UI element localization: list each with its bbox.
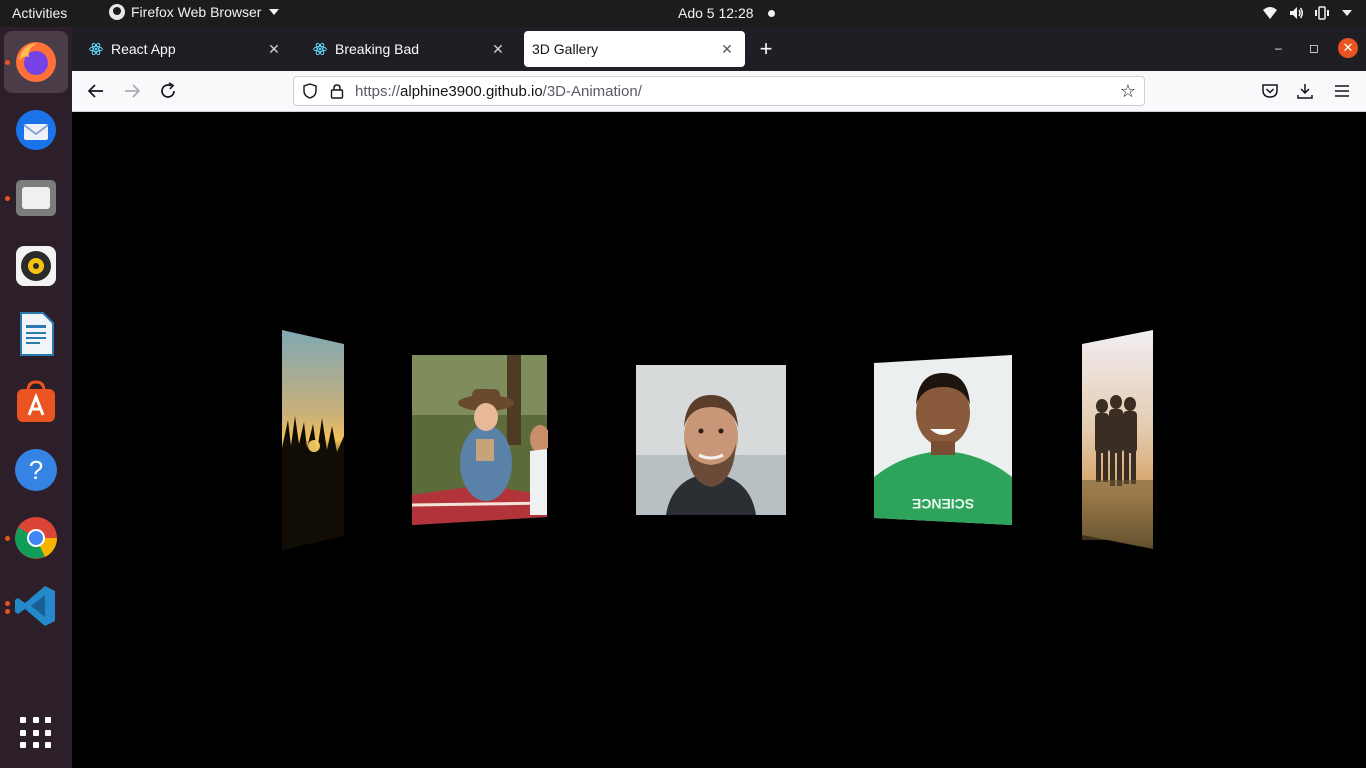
- dock-vscode[interactable]: [4, 575, 68, 637]
- back-arrow-icon[interactable]: [86, 81, 106, 101]
- gallery-image-sunset-hands[interactable]: [280, 328, 346, 552]
- show-applications-button[interactable]: [20, 717, 52, 749]
- notification-dot-icon: [767, 9, 775, 17]
- clock-label: Ado 5 12:28: [678, 5, 754, 21]
- gallery-image-bearded-man[interactable]: [636, 365, 786, 515]
- chevron-down-icon: [269, 9, 280, 15]
- firefox-icon: [16, 42, 56, 82]
- reload-icon[interactable]: [158, 81, 178, 101]
- shopping-bag-icon: [17, 380, 55, 422]
- dock-help[interactable]: ?: [4, 439, 68, 501]
- speaker-icon: [16, 246, 56, 286]
- navigation-toolbar: https://alphine3900.github.io/3D-Animati…: [72, 71, 1366, 112]
- app-menu[interactable]: Firefox Web Browser: [109, 4, 280, 20]
- dock: ?: [0, 27, 72, 768]
- dock-files[interactable]: [4, 167, 68, 229]
- url-host: alphine3900.github.io: [400, 83, 543, 100]
- running-indicator: [5, 60, 10, 65]
- battery-icon: [1315, 6, 1329, 20]
- lock-icon[interactable]: [330, 83, 344, 99]
- download-icon[interactable]: [1296, 82, 1314, 100]
- url-bar[interactable]: https://alphine3900.github.io/3D-Animati…: [293, 76, 1145, 106]
- forward-arrow-icon[interactable]: [122, 81, 142, 101]
- maximize-button[interactable]: ◻: [1309, 41, 1319, 55]
- new-tab-button[interactable]: +: [756, 38, 776, 60]
- tab-3d-gallery[interactable]: 3D Gallery ✕: [524, 31, 745, 67]
- url-path: /3D-Animation/: [542, 83, 642, 100]
- running-indicator: [5, 609, 10, 614]
- dock-rhythmbox[interactable]: [4, 235, 68, 297]
- pocket-icon[interactable]: [1261, 82, 1279, 100]
- page-viewport: SCIENCE: [72, 112, 1366, 768]
- window-close-button[interactable]: ✕: [1338, 38, 1358, 58]
- minimize-button[interactable]: –: [1275, 41, 1282, 55]
- url-scheme: https://: [355, 83, 401, 100]
- running-indicator: [5, 536, 10, 541]
- dock-ubuntu-software[interactable]: [4, 371, 68, 433]
- running-indicator: [5, 601, 10, 606]
- dock-thunderbird[interactable]: [4, 99, 68, 161]
- gallery-image-picnic-woman[interactable]: [412, 355, 548, 525]
- bookmark-star-icon[interactable]: ☆: [1118, 81, 1138, 101]
- dock-libreoffice-writer[interactable]: [4, 303, 68, 365]
- chrome-icon: [15, 517, 58, 559]
- tracking-protection-icon[interactable]: [302, 83, 318, 99]
- close-tab-icon[interactable]: ✕: [719, 41, 735, 57]
- activities-button[interactable]: Activities: [12, 5, 67, 21]
- react-icon: [313, 42, 327, 56]
- tab-strip: React App ✕ Breaking Bad ✕ 3D Gallery ✕ …: [72, 27, 1366, 71]
- vscode-icon: [15, 586, 55, 626]
- chevron-down-icon: [1342, 10, 1352, 16]
- hamburger-menu-icon[interactable]: [1333, 82, 1351, 100]
- tab-label: Breaking Bad: [335, 41, 420, 57]
- app-menu-label: Firefox Web Browser: [131, 4, 262, 20]
- gallery-image-friends-group[interactable]: [1082, 330, 1154, 549]
- dock-chrome[interactable]: [4, 507, 68, 569]
- svg-text:SCIENCE: SCIENCE: [912, 496, 974, 512]
- system-tray[interactable]: [1262, 5, 1352, 21]
- close-tab-icon[interactable]: ✕: [266, 41, 282, 57]
- document-icon: [20, 312, 54, 356]
- volume-icon: [1290, 7, 1303, 19]
- svg-text:?: ?: [29, 455, 43, 485]
- wifi-icon: [1263, 7, 1277, 19]
- clock[interactable]: Ado 5 12:28: [678, 5, 775, 21]
- tab-label: 3D Gallery: [532, 41, 599, 57]
- close-tab-icon[interactable]: ✕: [490, 41, 506, 57]
- tab-label: React App: [111, 41, 176, 57]
- system-top-bar: Activities Firefox Web Browser Ado 5 12:…: [0, 0, 1366, 27]
- running-indicator: [5, 196, 10, 201]
- thunderbird-icon: [16, 110, 56, 150]
- folder-icon: [16, 180, 56, 216]
- help-icon: ?: [15, 449, 57, 491]
- tab-breaking-bad[interactable]: Breaking Bad ✕: [301, 31, 516, 67]
- tab-react-app[interactable]: React App ✕: [77, 31, 292, 67]
- firefox-icon: [109, 4, 125, 20]
- gallery-image-green-shirt-man[interactable]: SCIENCE: [874, 355, 1013, 525]
- dock-firefox[interactable]: [4, 31, 68, 93]
- react-icon: [89, 42, 103, 56]
- url-text[interactable]: https://alphine3900.github.io/3D-Animati…: [355, 83, 642, 100]
